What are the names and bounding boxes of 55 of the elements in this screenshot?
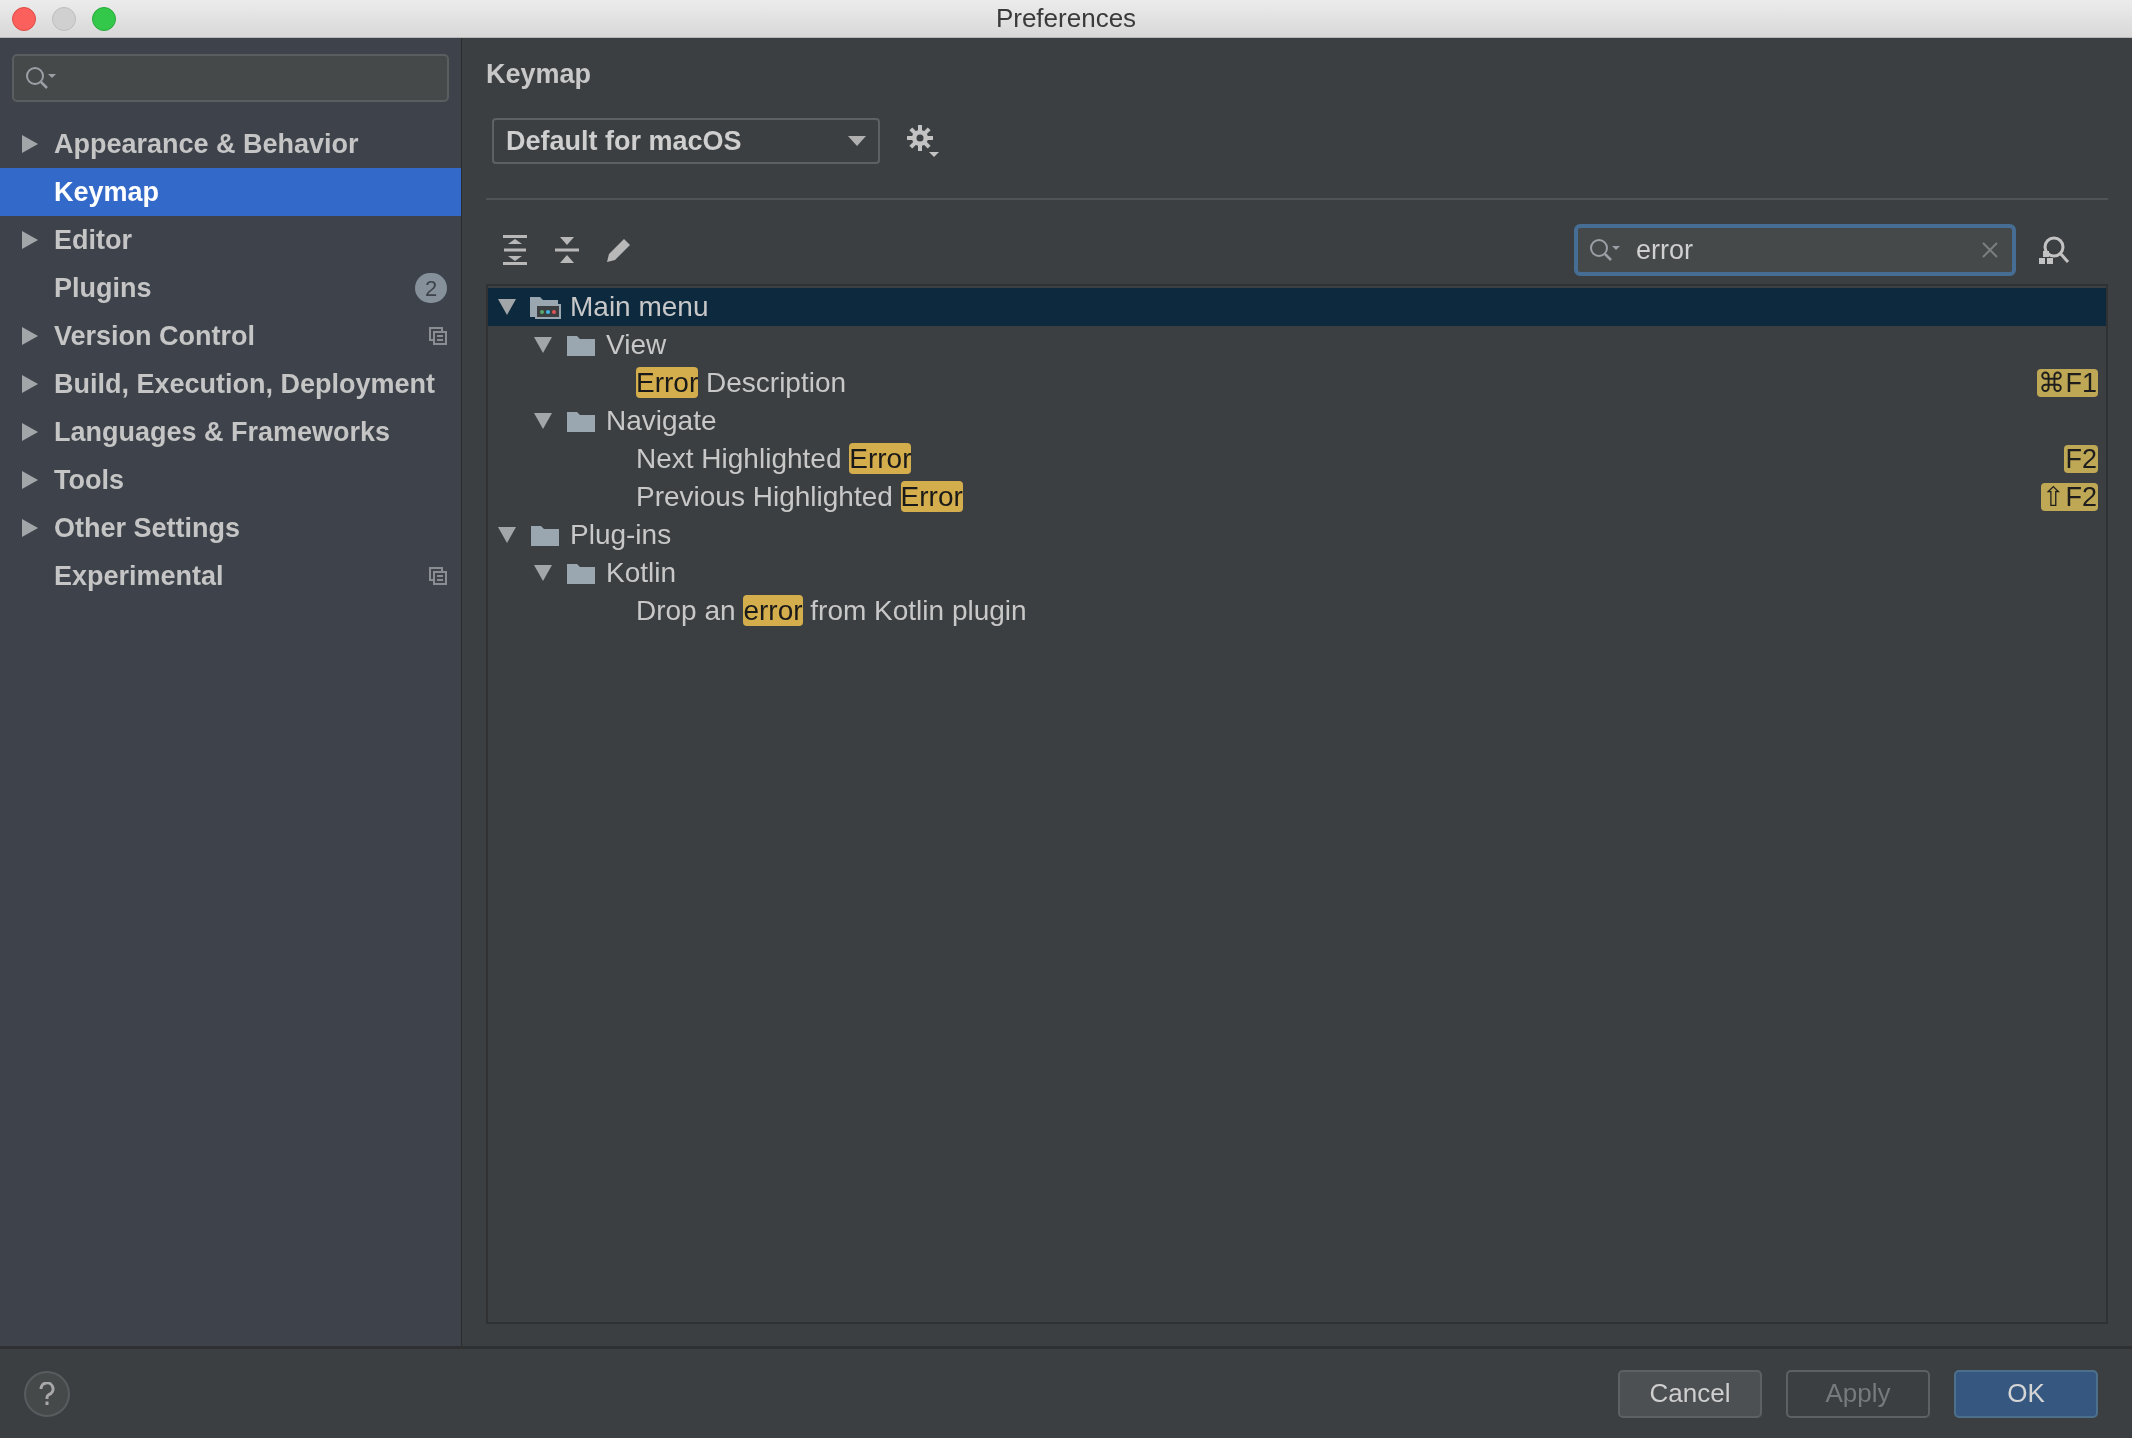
folder-icon xyxy=(567,410,595,432)
action-label: Next Highlighted Error xyxy=(636,442,912,476)
keymap-dropdown[interactable]: Default for macOS xyxy=(492,118,880,164)
find-by-shortcut-icon[interactable] xyxy=(2038,235,2070,265)
folder-icon xyxy=(567,562,595,584)
action-label: Drop an error from Kotlin plugin xyxy=(636,594,1027,628)
tree-row[interactable]: Drop an error from Kotlin plugin xyxy=(488,592,2106,630)
sidebar-item[interactable]: Other Settings xyxy=(0,504,461,552)
tree-row[interactable]: Main menu xyxy=(488,288,2106,326)
action-label: Previous Highlighted Error xyxy=(636,480,963,514)
help-button[interactable] xyxy=(24,1370,70,1417)
count-badge: 2 xyxy=(415,273,447,303)
tree-row[interactable]: Error Description ⌘F1 xyxy=(488,364,2106,402)
tree-row[interactable]: Navigate xyxy=(488,402,2106,440)
sidebar-item[interactable]: Languages & Frameworks xyxy=(0,408,461,456)
sidebar-item[interactable]: Experimental xyxy=(0,552,461,600)
shortcut-label: ⌘F1 xyxy=(2037,369,2098,397)
tree-row[interactable]: Previous Highlighted Error ⇧F2 xyxy=(488,478,2106,516)
dialog-button[interactable]: Cancel xyxy=(1618,1369,1762,1418)
window-title: Preferences xyxy=(995,2,1137,35)
collapse-all-icon[interactable] xyxy=(552,234,582,266)
tree-row[interactable]: Plug-ins xyxy=(488,516,2106,554)
sidebar-item[interactable]: Plugins 2 xyxy=(0,264,461,312)
close-window-icon[interactable] xyxy=(12,6,36,31)
group-label: Plug-ins xyxy=(570,518,672,552)
page-heading: Keymap xyxy=(486,58,592,91)
gear-icon[interactable] xyxy=(906,124,940,158)
group-label: Navigate xyxy=(606,404,717,438)
tree-row[interactable]: View xyxy=(488,326,2106,364)
sidebar-item[interactable]: Version Control xyxy=(0,312,461,360)
shortcut-label: ⇧F2 xyxy=(2041,483,2098,511)
folder-icon xyxy=(567,334,595,356)
dialog-button[interactable]: OK xyxy=(1954,1369,2098,1418)
sidebar-item[interactable]: Tools xyxy=(0,456,461,504)
search-icon xyxy=(24,65,58,91)
group-label: View xyxy=(606,328,667,362)
group-label: Main menu xyxy=(570,290,709,324)
folder-icon xyxy=(531,524,559,546)
shortcut-search-field[interactable]: error xyxy=(1574,224,2016,276)
question-mark-icon xyxy=(39,1381,55,1406)
tree-row[interactable]: Next Highlighted Error F2 xyxy=(488,440,2106,478)
maximize-window-icon[interactable] xyxy=(92,6,116,31)
group-label: Kotlin xyxy=(606,556,677,590)
menu-folder-icon xyxy=(529,295,561,319)
sidebar-search-field[interactable] xyxy=(12,54,449,102)
expand-all-icon[interactable] xyxy=(500,234,530,266)
search-icon xyxy=(1588,237,1622,263)
sidebar-item[interactable]: Editor xyxy=(0,216,461,264)
dropdown-caret-icon xyxy=(848,136,866,146)
sidebar-item[interactable]: Build, Execution, Deployment xyxy=(0,360,461,408)
sidebar-item[interactable]: Appearance & Behavior xyxy=(0,120,461,168)
sidebar-item[interactable]: Keymap xyxy=(0,168,461,216)
action-label: Error Description xyxy=(636,366,847,400)
shortcut-label: F2 xyxy=(2064,445,2098,473)
tree-row[interactable]: Kotlin xyxy=(488,554,2106,592)
